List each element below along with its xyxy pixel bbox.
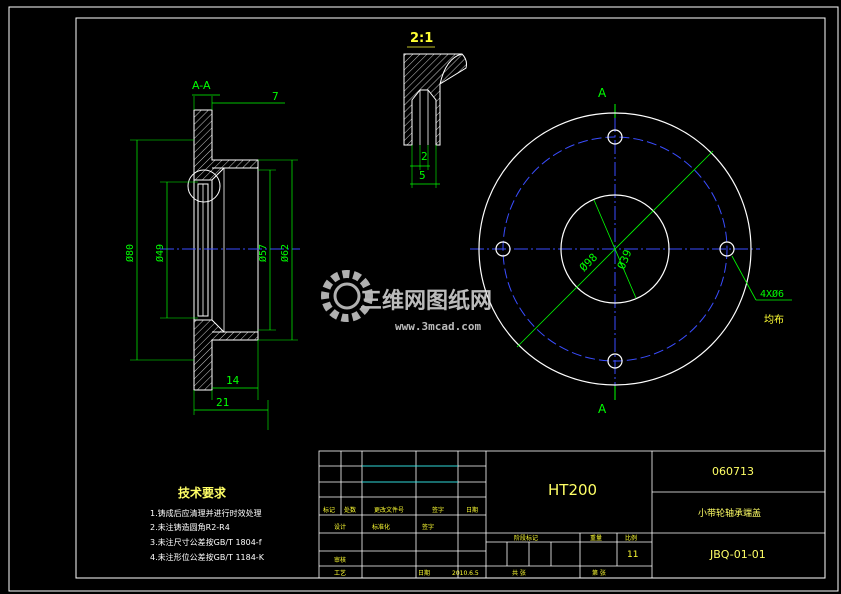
tech-item-1: 1.铸成后应清理并进行时效处理 [150,508,262,518]
tb-row-date: 日期 [466,506,478,514]
tb-sheets-total: 共 张 [512,569,526,577]
dim-d49: Ø49 [154,244,166,262]
dim-w21: 21 [216,396,229,409]
tech-item-4: 4.未注形位公差按GB/T 1184-K [150,552,265,562]
dim-w14: 14 [226,374,240,387]
dim-d39: Ø39 [615,248,635,271]
tb-row-docno: 更改文件号 [374,506,404,514]
tb-date-value: 2010.6.5 [452,570,479,577]
cad-drawing: A-A Ø80 Ø49 Ø57 Ø62 7 14 21 2:1 2 5 A A … [8,6,839,592]
detail-view: 2:1 2 5 [403,31,467,188]
section-view: A-A Ø80 Ø49 Ø57 Ø62 7 14 21 [124,79,300,430]
watermark-url: www.3mcad.com [395,320,481,333]
tb-sheet-no: 第 张 [592,569,606,577]
dim-d57: Ø57 [257,244,269,262]
watermark-brand: 三维网图纸网 [360,288,492,314]
tb-material: HT200 [548,481,597,499]
dim-d98: Ø98 [577,251,600,274]
tech-item-3: 3.未注尺寸公差按GB/T 1804-f [150,537,262,547]
holes-note: 4XØ6 [760,288,784,300]
tb-drawing-no: JBQ-01-01 [709,548,766,561]
tb-code: 060713 [712,465,754,478]
dim-d80: Ø80 [124,244,136,262]
tb-row-count: 处数 [344,506,356,514]
plan-label-bottom: A [598,402,607,416]
detail-scale: 2:1 [410,31,433,46]
tb-review: 审核 [334,556,346,564]
tb-design: 设计 [334,523,346,531]
tb-standard: 标准化 [372,523,390,531]
tb-row-mark: 标记 [323,506,335,514]
tb-sign2: 签字 [422,523,434,531]
tech-requirements: 技术要求 1.铸成后应清理并进行时效处理 2.未注铸造圆角R2-R4 3.未注尺… [150,485,265,562]
tb-date-label: 日期 [418,569,430,577]
tech-title: 技术要求 [178,485,227,500]
tb-row-sign: 签字 [432,506,444,514]
dim-w7: 7 [272,90,279,103]
tb-part-name: 小带轮轴承端盖 [698,507,761,519]
tb-weight: 重量 [590,534,602,542]
tech-item-2: 2.未注铸造圆角R2-R4 [150,522,230,532]
tb-scale-value: 11 [627,550,638,560]
holes-distribution: 均布 [764,314,784,326]
tb-stage-mark: 阶段标记 [514,534,538,542]
tb-process: 工艺 [334,569,346,577]
plan-view: A A Ø98 Ø39 4XØ6 均布 [470,86,792,416]
plan-label-top: A [598,86,607,100]
detail-dim-5: 5 [419,169,426,182]
detail-dim-2: 2 [421,150,428,163]
section-label: A-A [192,79,211,92]
dim-d62: Ø62 [279,244,291,262]
watermark: 三维网图纸网 www.3mcad.com [321,270,492,333]
title-block-cyan [362,465,458,483]
tb-scale: 比例 [625,534,637,542]
